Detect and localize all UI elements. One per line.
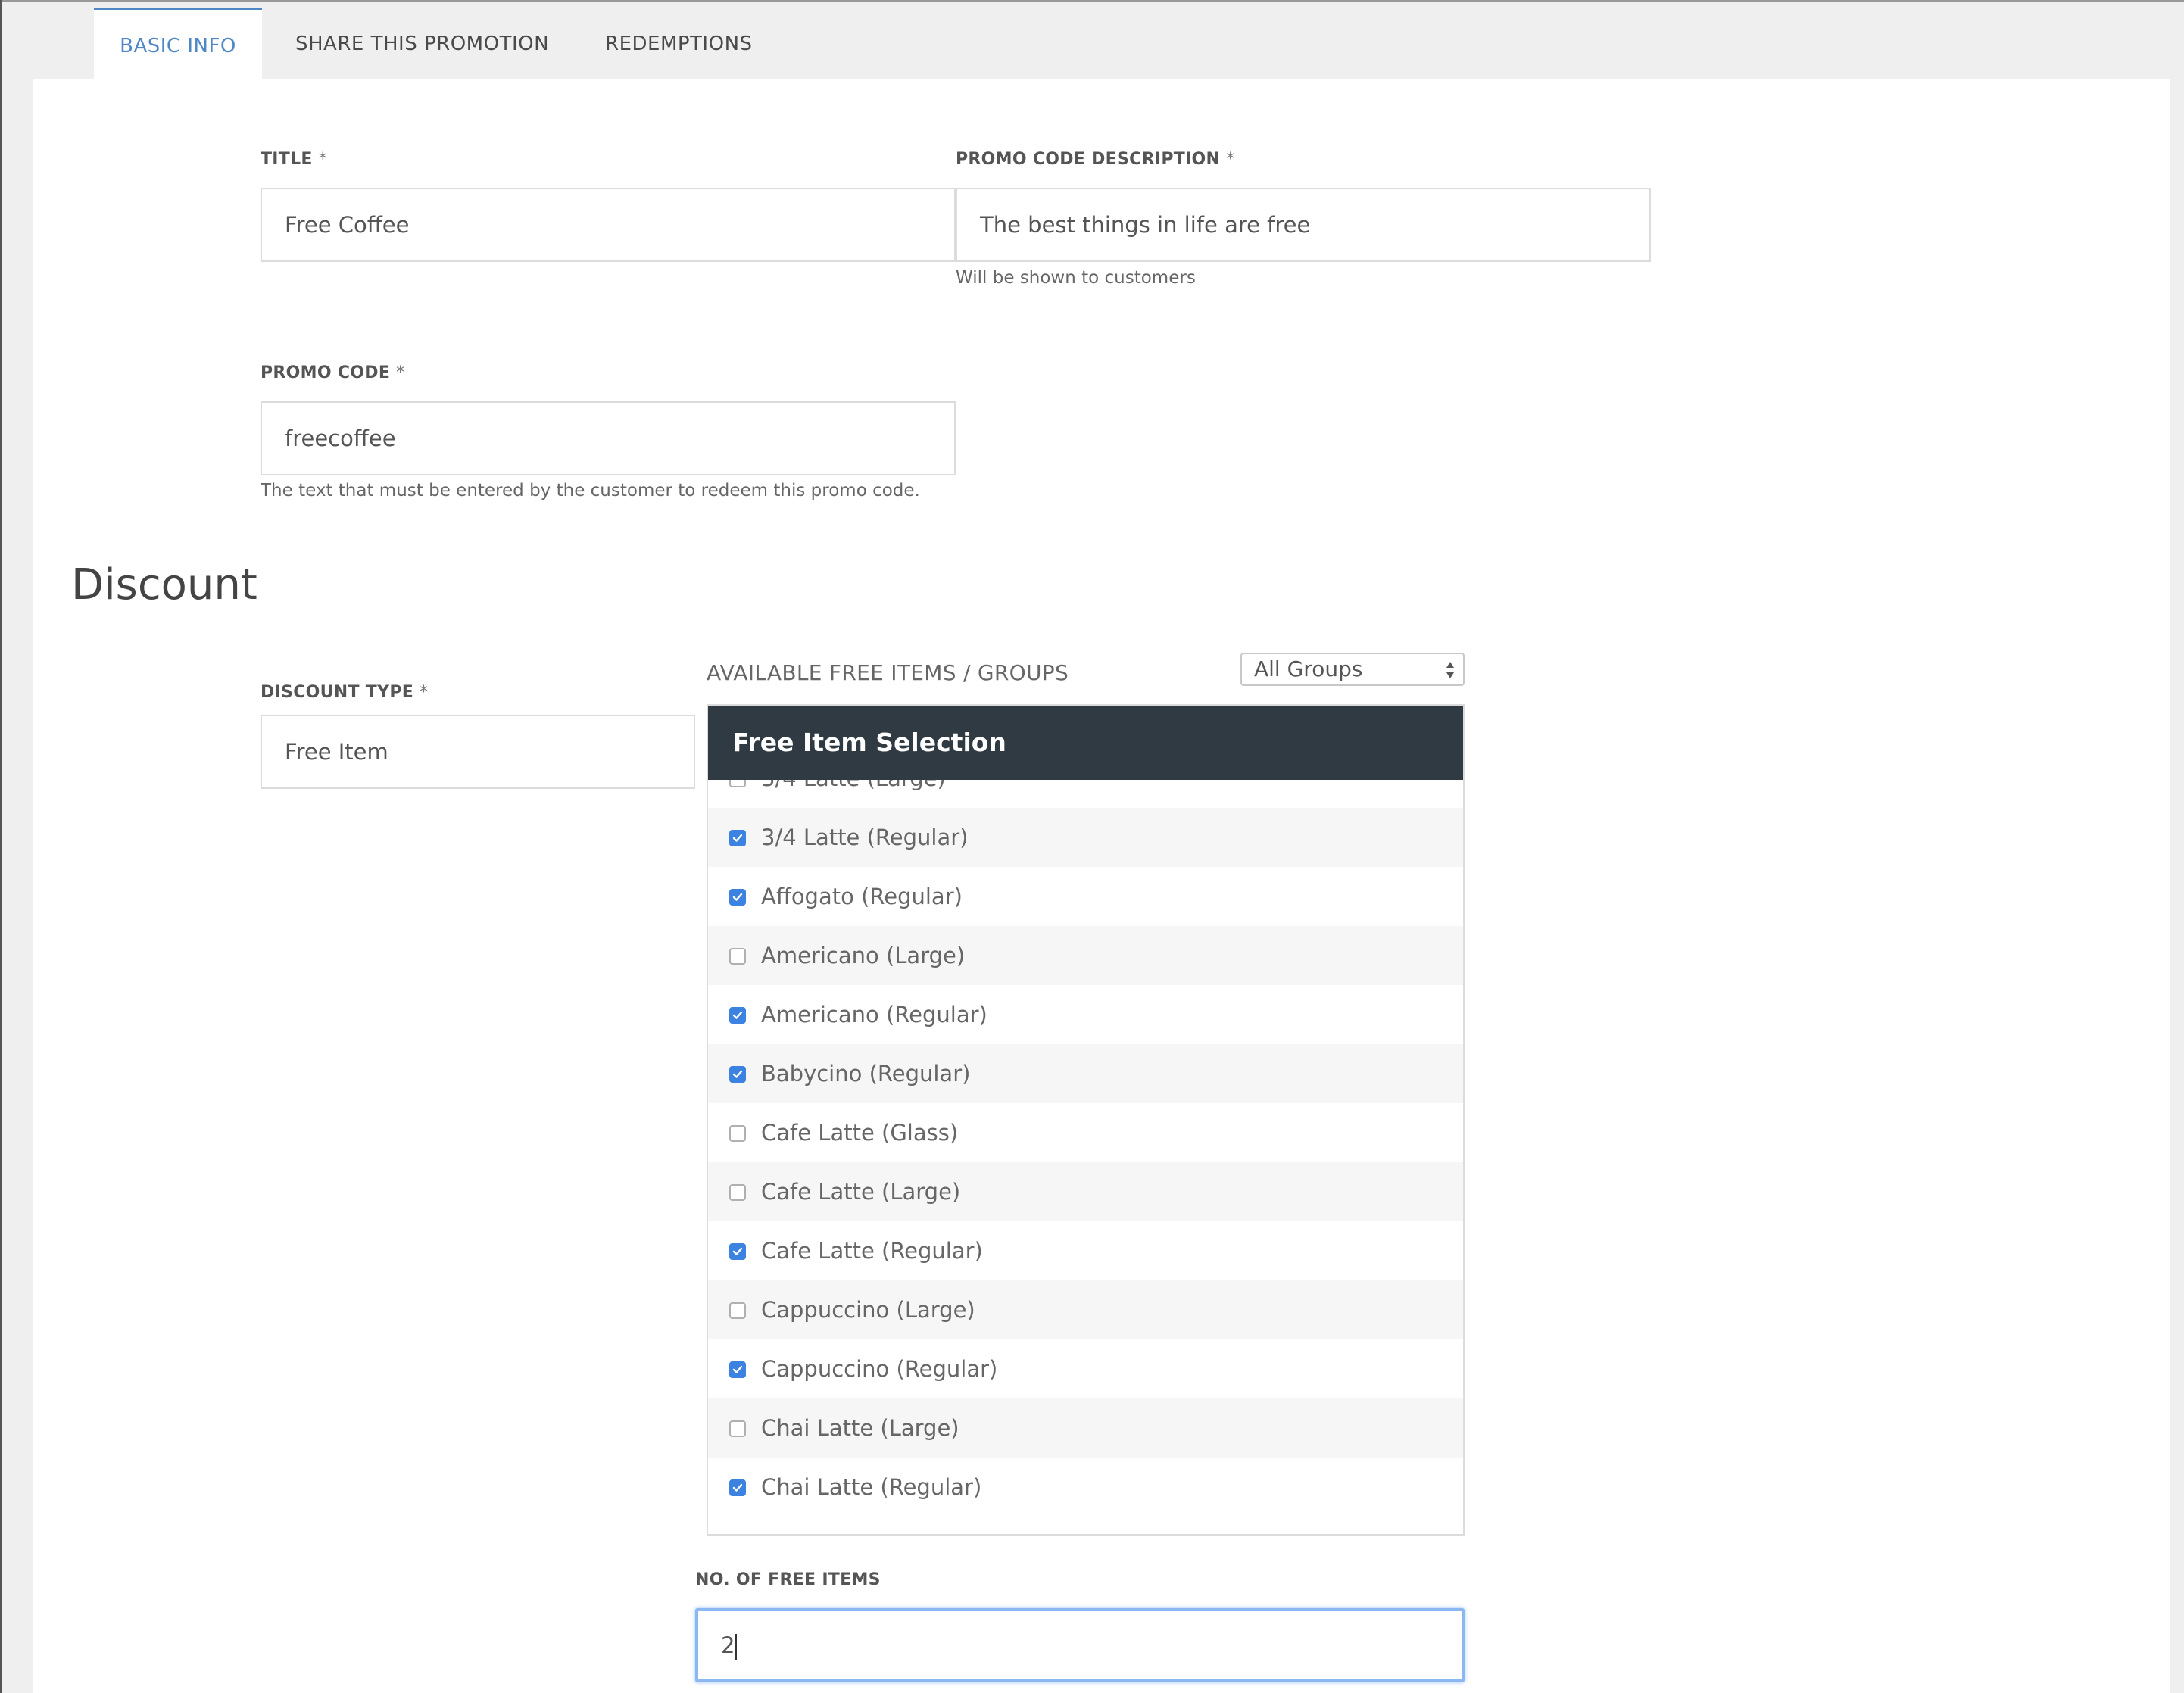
checkbox-unchecked[interactable]	[729, 1184, 746, 1201]
checkmark-icon	[732, 1365, 743, 1373]
list-item-label: Affogato (Regular)	[761, 884, 963, 909]
list-item[interactable]: Americano (Regular)	[708, 985, 1463, 1044]
group-filter-select[interactable]: All Groups	[1240, 653, 1465, 686]
free-item-selection-header: Free Item Selection	[708, 706, 1463, 780]
group-filter-value: All Groups	[1254, 656, 1363, 681]
checkmark-icon	[732, 893, 743, 901]
window-left-edge	[0, 0, 2, 1693]
list-item-label: Chai Latte (Large)	[761, 1415, 959, 1441]
free-items-count-label: NO. OF FREE ITEMS	[695, 1570, 881, 1589]
checkmark-icon	[732, 834, 743, 842]
tab-share-this-promotion[interactable]: SHARE THIS PROMOTION	[295, 8, 549, 79]
checkbox-checked[interactable]	[729, 830, 746, 846]
list-item-label: Cafe Latte (Glass)	[761, 1120, 959, 1146]
discount-type-label: DISCOUNT TYPE *	[261, 683, 429, 702]
list-item-label: Cafe Latte (Large)	[761, 1179, 961, 1205]
list-item[interactable]: Chai Latte (Large)	[708, 1398, 1463, 1458]
promo-description-label: PROMO CODE DESCRIPTION *	[956, 150, 1235, 169]
list-item[interactable]: Cafe Latte (Glass)	[708, 1103, 1463, 1162]
checkbox-checked[interactable]	[729, 889, 746, 906]
select-arrows-icon	[1446, 662, 1454, 678]
checkbox-checked[interactable]	[729, 1479, 746, 1496]
list-item-label: Cappuccino (Large)	[761, 1297, 975, 1323]
title-input[interactable]	[261, 188, 956, 262]
checkbox-unchecked[interactable]	[729, 1420, 746, 1437]
promo-code-hint: The text that must be entered by the cus…	[261, 481, 920, 500]
tab-redemptions[interactable]: REDEMPTIONS	[605, 8, 753, 79]
checkbox-checked[interactable]	[729, 1361, 746, 1378]
checkbox-checked[interactable]	[729, 1243, 746, 1260]
free-item-list[interactable]: 3/4 Latte (Large) 3/4 Latte (Regular) Affo…	[708, 780, 1463, 1534]
promo-code-input[interactable]	[261, 401, 956, 475]
checkmark-icon	[732, 1247, 743, 1255]
checkmark-icon	[732, 1483, 743, 1492]
promo-description-hint: Will be shown to customers	[956, 268, 1196, 288]
window-top-edge	[0, 0, 2184, 2]
list-item-label: Americano (Large)	[761, 943, 966, 968]
list-item[interactable]: 3/4 Latte (Regular)	[708, 808, 1463, 867]
list-item[interactable]: Americano (Large)	[708, 926, 1463, 985]
list-item[interactable]: Cafe Latte (Regular)	[708, 1221, 1463, 1280]
list-item[interactable]: Cafe Latte (Large)	[708, 1162, 1463, 1221]
checkmark-icon	[732, 1070, 743, 1078]
list-item-label: Chai Latte (Regular)	[761, 1474, 982, 1500]
list-item-label: Cafe Latte (Regular)	[761, 1238, 983, 1264]
list-item[interactable]: Cappuccino (Regular)	[708, 1339, 1463, 1398]
list-item-label: Americano (Regular)	[761, 1002, 987, 1027]
checkmark-icon	[732, 1011, 743, 1019]
title-label: TITLE *	[261, 150, 328, 169]
free-items-count-input[interactable]: 2	[695, 1608, 1465, 1682]
promotion-editor: BASIC INFO SHARE THIS PROMOTION REDEMPTI…	[0, 0, 2184, 1693]
checkbox-unchecked[interactable]	[729, 1125, 746, 1142]
promo-code-label: PROMO CODE *	[261, 363, 405, 382]
checkbox-checked[interactable]	[729, 1007, 746, 1024]
list-item-label: 3/4 Latte (Large)	[761, 780, 946, 808]
list-item[interactable]: 3/4 Latte (Large)	[708, 780, 1463, 808]
list-item-label: 3/4 Latte (Regular)	[761, 825, 969, 850]
promo-description-input[interactable]	[956, 188, 1651, 262]
discount-type-field[interactable]	[261, 715, 695, 789]
list-item[interactable]: Cappuccino (Large)	[708, 1280, 1463, 1339]
checkbox-unchecked[interactable]	[729, 780, 746, 787]
list-item[interactable]: Chai Latte (Regular)	[708, 1458, 1463, 1517]
checkbox-checked[interactable]	[729, 1066, 746, 1083]
available-items-label: AVAILABLE FREE ITEMS / GROUPS	[707, 660, 1069, 685]
checkbox-unchecked[interactable]	[729, 948, 746, 965]
list-item-label: Cappuccino (Regular)	[761, 1356, 998, 1382]
list-item-label: Babycino (Regular)	[761, 1061, 971, 1087]
list-item[interactable]: Affogato (Regular)	[708, 867, 1463, 926]
free-items-count-value: 2	[721, 1632, 735, 1658]
discount-section-title: Discount	[71, 560, 257, 610]
text-caret	[735, 1634, 738, 1660]
free-item-selection-box: Free Item Selection 3/4 Latte (Large)3/4…	[707, 704, 1465, 1536]
list-item[interactable]: Babycino (Regular)	[708, 1044, 1463, 1103]
checkbox-unchecked[interactable]	[729, 1302, 746, 1319]
tab-basic-info[interactable]: BASIC INFO	[94, 8, 262, 79]
